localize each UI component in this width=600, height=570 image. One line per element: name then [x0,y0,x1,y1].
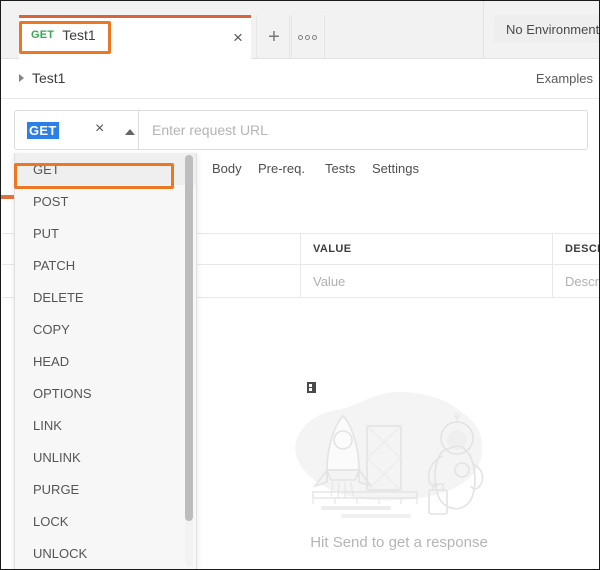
caret-up-icon[interactable] [125,129,135,135]
dropdown-item-copy[interactable]: COPY [15,313,196,345]
dropdown-item-unlink[interactable]: UNLINK [15,441,196,473]
left-marker-annotation [1,195,14,199]
clear-method-icon[interactable]: × [95,120,104,138]
new-tab-button[interactable]: + [256,15,292,59]
method-dropdown-menu[interactable]: GETPOSTPUTPATCHDELETECOPYHEADOPTIONSLINK… [14,153,197,570]
dropdown-item-put[interactable]: PUT [15,217,196,249]
environment-selector[interactable]: No Environment [494,15,600,43]
response-placeholder: Hit Send to get a response [197,299,600,570]
tab-bar: GET Test1 × + No Environment [1,1,600,59]
left-edge-fill [1,100,2,570]
request-url-input[interactable] [138,110,588,150]
dropdown-item-head[interactable]: HEAD [15,345,196,377]
tab-method-label: GET [31,29,54,41]
close-icon[interactable]: × [227,27,249,49]
dropdown-item-get[interactable]: GET [15,153,196,185]
method-dropdown-list: GETPOSTPUTPATCHDELETECOPYHEADOPTIONSLINK… [15,153,196,569]
dropdown-item-post[interactable]: POST [15,185,196,217]
tab-settings[interactable]: Settings [372,161,419,176]
tab-title-label: Test1 [62,27,95,43]
more-options-button[interactable] [289,15,325,59]
breadcrumb-row: Test1 Examples [1,59,600,99]
tab-pre-request-script[interactable]: Pre-req. [258,161,305,176]
postman-request-window: GET Test1 × + No Environment Test1 Examp… [0,0,600,570]
method-value: GET [27,122,59,139]
active-tab-content: GET Test1 [31,23,96,47]
dropdown-item-delete[interactable]: DELETE [15,281,196,313]
tab-tests[interactable]: Tests [325,161,355,176]
response-placeholder-message: Hit Send to get a response [197,534,600,551]
tab-body[interactable]: Body [212,161,242,176]
dropdown-item-link[interactable]: LINK [15,409,196,441]
dropdown-scrollbar-thumb[interactable] [185,155,193,521]
cell-value[interactable]: Value [301,265,553,297]
url-bar-row: GET × [1,100,600,148]
caret-right-icon[interactable] [19,74,24,82]
cell-description[interactable]: Description [553,265,600,297]
column-header-value: VALUE [301,234,553,264]
active-tab-indicator [19,15,251,18]
dropdown-item-options[interactable]: OPTIONS [15,377,196,409]
dropdown-item-patch[interactable]: PATCH [15,249,196,281]
breadcrumb-label: Test1 [32,70,65,86]
dropdown-item-purge[interactable]: PURGE [15,473,196,505]
column-header-description: DESCRIPTION [553,234,600,264]
method-selector[interactable]: GET × [14,110,138,150]
environment-area: No Environment [483,1,600,58]
dropdown-item-unlock[interactable]: UNLOCK [15,537,196,569]
examples-link[interactable]: Examples [536,71,593,86]
breadcrumb[interactable]: Test1 [19,70,65,86]
dropdown-item-lock[interactable]: LOCK [15,505,196,537]
ellipsis-icon [298,35,317,40]
rocket-astronaut-illustration [283,384,533,524]
